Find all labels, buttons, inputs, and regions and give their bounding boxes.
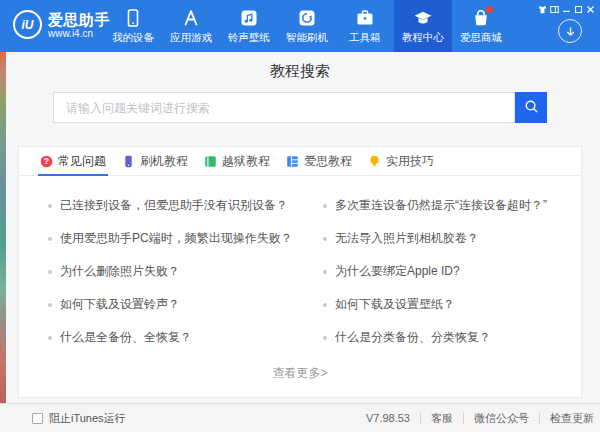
phone-icon	[122, 155, 135, 168]
logo-icon: iU	[13, 10, 42, 39]
app-logo: iU 爱思助手 www.i4.cn	[13, 10, 110, 39]
faq-item[interactable]: 无法导入照片到相机胶卷？	[323, 222, 575, 255]
nav-toolbox[interactable]: 工具箱	[336, 0, 394, 52]
tutorial-card: ? 常见问题 刷机教程 越狱教程 爱思教程	[18, 146, 582, 398]
nav-my-devices[interactable]: 我的设备	[104, 0, 162, 52]
briefcase-icon	[355, 8, 375, 28]
divider	[463, 412, 464, 424]
tab-faq[interactable]: ? 常见问题	[38, 147, 108, 175]
status-bar: 阻止iTunes运行 V7.98.53 客服 微信公众号 检查更新	[0, 403, 600, 432]
faq-item[interactable]: 多次重连设备仍然提示“连接设备超时？”	[323, 189, 575, 222]
refresh-icon	[297, 8, 317, 28]
svg-text:?: ?	[44, 156, 49, 166]
faq-item[interactable]: 使用爱思助手PC端时，频繁出现操作失败？	[48, 222, 323, 255]
lightbulb-icon	[368, 155, 381, 168]
shopping-bag-icon	[471, 8, 491, 28]
divider	[539, 412, 540, 424]
header-bar: iU 爱思助手 www.i4.cn 我的设备 应用游戏	[0, 0, 600, 52]
search-button[interactable]	[515, 92, 547, 123]
i4tools-window: iU 爱思助手 www.i4.cn 我的设备 应用游戏	[0, 0, 600, 432]
statusbar-right: V7.98.53 客服 微信公众号 检查更新	[366, 411, 594, 426]
view-more-link[interactable]: 查看更多>	[19, 365, 581, 382]
window-controls	[538, 4, 595, 14]
block-itunes-checkbox[interactable]	[32, 413, 43, 424]
page-title: 教程搜索	[0, 62, 600, 81]
wechat-account-link[interactable]: 微信公众号	[474, 411, 529, 426]
nav-apps-games[interactable]: 应用游戏	[162, 0, 220, 52]
faq-item[interactable]: 已连接到设备，但爱思助手没有识别设备？	[48, 189, 323, 222]
appstore-icon	[181, 8, 201, 28]
table-icon	[286, 155, 299, 168]
app-title: 爱思助手	[48, 11, 110, 28]
faq-item[interactable]: 为什么要绑定Apple ID?	[323, 255, 575, 288]
nav-smart-flash[interactable]: 智能刷机	[278, 0, 336, 52]
tab-i4-tutorials[interactable]: 爱思教程	[284, 147, 354, 175]
search-input[interactable]	[53, 92, 515, 123]
desktop-wallpaper-strip	[0, 52, 6, 403]
question-icon: ?	[40, 155, 53, 168]
block-itunes-label: 阻止iTunes运行	[49, 411, 126, 426]
device-icon	[123, 8, 143, 28]
app-url: www.i4.cn	[48, 28, 110, 39]
faq-item[interactable]: 为什么删除照片失败？	[48, 255, 323, 288]
nav-tutorial-center[interactable]: 教程中心	[394, 0, 452, 52]
nav-i4-mall[interactable]: 爱思商城	[452, 0, 510, 52]
close-icon[interactable]	[586, 4, 595, 14]
skin-icon[interactable]	[538, 4, 547, 14]
minimize-icon[interactable]	[562, 4, 571, 14]
block-itunes-checkbox-group[interactable]: 阻止iTunes运行	[32, 411, 126, 426]
check-update-link[interactable]: 检查更新	[550, 411, 594, 426]
tab-flash-tutorials[interactable]: 刷机教程	[120, 147, 190, 175]
faq-item[interactable]: 什么是全备份、全恢复？	[48, 321, 323, 354]
faq-item[interactable]: 如何下载及设置铃声？	[48, 288, 323, 321]
version-label: V7.98.53	[366, 412, 410, 424]
graduation-cap-icon	[413, 8, 433, 28]
faq-list: 已连接到设备，但爱思助手没有识别设备？ 多次重连设备仍然提示“连接设备超时？” …	[19, 176, 581, 354]
layout-icon[interactable]	[550, 4, 559, 14]
book-icon	[204, 155, 217, 168]
maximize-icon[interactable]	[574, 4, 583, 14]
main-nav: 我的设备 应用游戏 铃声壁纸 智能刷机	[104, 0, 510, 52]
tab-jailbreak-tutorials[interactable]: 越狱教程	[202, 147, 272, 175]
customer-service-link[interactable]: 客服	[431, 411, 453, 426]
divider	[420, 412, 421, 424]
faq-item[interactable]: 如何下载及设置壁纸？	[323, 288, 575, 321]
tutorial-tabs: ? 常见问题 刷机教程 越狱教程 爱思教程	[19, 147, 581, 176]
notification-badge	[486, 6, 493, 13]
tab-practical-tips[interactable]: 实用技巧	[366, 147, 436, 175]
music-note-icon	[239, 8, 259, 28]
download-update-button[interactable]	[558, 19, 582, 43]
nav-ringtones-wallpapers[interactable]: 铃声壁纸	[220, 0, 278, 52]
search-icon	[524, 99, 539, 117]
faq-item[interactable]: 什么是分类备份、分类恢复？	[323, 321, 575, 354]
search-bar	[53, 92, 547, 123]
